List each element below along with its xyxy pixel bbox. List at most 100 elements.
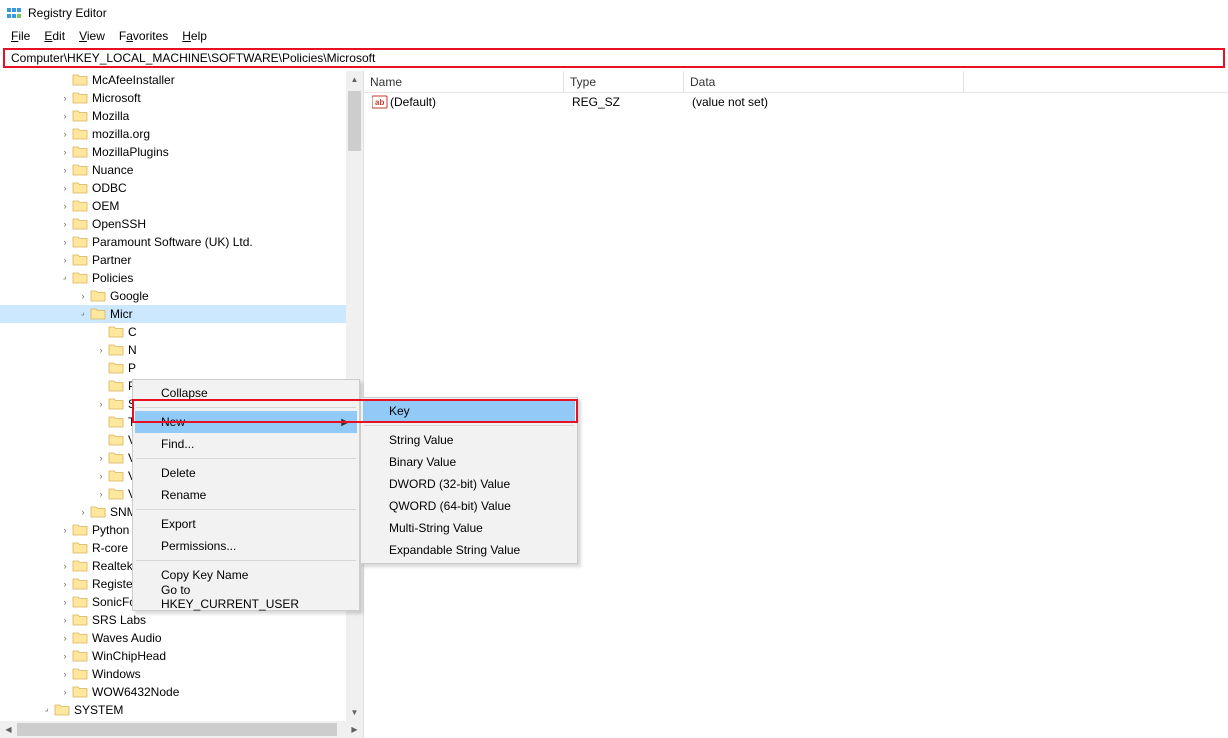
menu-view[interactable]: View [72,28,112,44]
expand-icon[interactable]: › [58,181,72,195]
tree-item[interactable]: ›Partner [0,251,346,269]
scroll-left-arrow-icon[interactable]: ◀ [0,721,17,738]
menu-edit[interactable]: Edit [37,28,72,44]
separator [136,509,356,510]
scroll-down-arrow-icon[interactable]: ▼ [346,704,363,721]
ctx-goto-hkcu[interactable]: Go to HKEY_CURRENT_USER [135,586,357,608]
ctx-new-qword[interactable]: QWORD (64-bit) Value [363,495,575,517]
tree-item[interactable]: ›OpenSSH [0,215,346,233]
folder-icon [108,379,124,393]
menu-file[interactable]: File [4,28,37,44]
tree-item-label: Python [92,523,129,537]
separator [136,560,356,561]
expand-icon[interactable]: › [58,613,72,627]
expand-icon[interactable]: › [94,397,108,411]
tree-item[interactable]: ›Policies [0,269,346,287]
ctx-find[interactable]: Find... [135,433,357,455]
expand-icon[interactable]: › [94,343,108,357]
expand-icon[interactable]: › [58,145,72,159]
ctx-new-multistring[interactable]: Multi-String Value [363,517,575,539]
expand-icon[interactable]: › [58,91,72,105]
tree-item[interactable]: ›Paramount Software (UK) Ltd. [0,233,346,251]
expand-icon[interactable]: › [58,253,72,267]
tree-item-label: SYSTEM [74,703,123,717]
expand-icon[interactable]: › [58,577,72,591]
tree-item[interactable]: › SYSTEM [0,701,346,719]
scroll-right-arrow-icon[interactable]: ▶ [346,721,363,738]
tree-item[interactable]: ›WinChipHead [0,647,346,665]
expand-icon[interactable]: › [58,235,72,249]
tree-item[interactable]: ›Google [0,287,346,305]
tree-item[interactable]: ›Mozilla [0,107,346,125]
folder-icon [108,487,124,501]
expand-icon[interactable]: › [58,685,72,699]
menu-help[interactable]: Help [175,28,214,44]
column-header-name[interactable]: Name [364,71,564,92]
tree-item-label: Micr [110,307,133,321]
h-scroll-thumb[interactable] [17,723,337,736]
expand-icon[interactable]: › [94,487,108,501]
ctx-export[interactable]: Export [135,513,357,535]
tree-item[interactable]: › ODBC [0,179,346,197]
column-header-type[interactable]: Type [564,71,684,92]
expand-icon[interactable]: › [76,289,90,303]
expand-icon[interactable]: › [58,595,72,609]
expand-icon[interactable]: › [58,649,72,663]
ctx-new-dword[interactable]: DWORD (32-bit) Value [363,473,575,495]
list-row[interactable]: ab (Default) REG_SZ (value not set) [364,93,1228,111]
ctx-new[interactable]: New ▶ [135,411,357,433]
expand-icon[interactable]: › [76,505,90,519]
expand-icon[interactable]: › [58,199,72,213]
ctx-new-expandable[interactable]: Expandable String Value [363,539,575,561]
tree-item[interactable]: C [0,323,346,341]
tree-item-label: ODBC [92,181,127,195]
folder-icon [72,631,88,645]
expand-icon[interactable]: › [58,217,72,231]
tree-item[interactable]: › Micr [0,305,346,323]
collapse-icon[interactable]: › [40,703,54,717]
ctx-permissions[interactable]: Permissions... [135,535,357,557]
tree-item[interactable]: ›mozilla.org [0,125,346,143]
tree-item[interactable]: ›Microsoft [0,89,346,107]
tree-item[interactable]: ›Windows [0,665,346,683]
expand-icon[interactable]: › [58,523,72,537]
expand-icon[interactable]: › [58,127,72,141]
scroll-thumb[interactable] [348,91,361,151]
column-header-data[interactable]: Data [684,71,964,92]
ctx-delete[interactable]: Delete [135,462,357,484]
ctx-new-binary[interactable]: Binary Value [363,451,575,473]
expand-icon[interactable]: › [94,469,108,483]
expand-icon[interactable]: › [58,631,72,645]
value-type: REG_SZ [566,95,686,109]
tree-item[interactable]: ›Nuance [0,161,346,179]
scroll-up-arrow-icon[interactable]: ▲ [346,71,363,88]
context-submenu-new: Key String Value Binary Value DWORD (32-… [360,397,578,564]
folder-icon [72,271,88,285]
tree-item[interactable]: ›Waves Audio [0,629,346,647]
folder-icon [72,613,88,627]
tree-item[interactable]: McAfeeInstaller [0,71,346,89]
collapse-icon[interactable]: › [58,271,72,285]
address-input[interactable] [9,50,1219,66]
expand-icon[interactable]: › [58,163,72,177]
tree-item-label: OEM [92,199,119,213]
tree-item[interactable]: ›SRS Labs [0,611,346,629]
tree-item[interactable]: › OEM [0,197,346,215]
tree-item[interactable]: ›N [0,341,346,359]
ctx-new-string[interactable]: String Value [363,429,575,451]
expand-icon[interactable]: › [94,451,108,465]
ctx-collapse[interactable]: Collapse [135,382,357,404]
expand-icon[interactable]: › [58,109,72,123]
tree-item[interactable]: ›MozillaPlugins [0,143,346,161]
menu-favorites[interactable]: Favorites [112,28,175,44]
tree-item-label: P [128,361,136,375]
ctx-new-key[interactable]: Key [363,400,575,422]
expand-icon[interactable]: › [58,667,72,681]
expand-icon[interactable]: › [58,559,72,573]
ctx-rename[interactable]: Rename [135,484,357,506]
tree-item[interactable]: P [0,359,346,377]
collapse-icon[interactable]: › [76,307,90,321]
tree-item[interactable]: ›WOW6432Node [0,683,346,701]
horizontal-scrollbar[interactable]: ◀ ▶ [0,721,363,738]
folder-icon [72,595,88,609]
